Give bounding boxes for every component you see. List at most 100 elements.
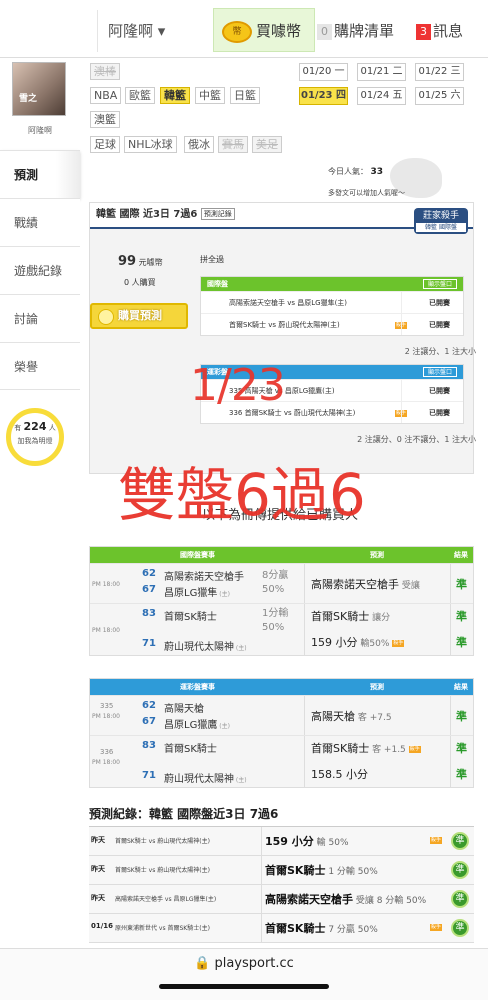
league-tab[interactable]: 俄冰 bbox=[184, 136, 214, 153]
prediction-text: 首爾SK騎士 讓分 bbox=[311, 610, 391, 623]
league-tab[interactable]: 美足 bbox=[252, 136, 282, 153]
killer-mark-icon: 殺手 bbox=[392, 639, 405, 647]
history-date: 01/16 bbox=[91, 922, 114, 930]
divider bbox=[261, 827, 262, 855]
divider bbox=[401, 380, 402, 401]
home-indicator[interactable] bbox=[159, 984, 329, 989]
game-number: 336 bbox=[100, 748, 114, 756]
date-tab[interactable]: 01/20 一 bbox=[299, 63, 348, 81]
away-team: 首爾SK騎士 bbox=[164, 744, 217, 755]
home-number: 67 bbox=[142, 716, 156, 727]
divider bbox=[401, 292, 402, 313]
home-number: 71 bbox=[142, 638, 156, 649]
pick-match: 首爾SK騎士 vs 蔚山現代太陽神(主) bbox=[229, 321, 340, 329]
league-tab[interactable]: NHL冰球 bbox=[124, 136, 177, 153]
date-tab[interactable]: 01/22 三 bbox=[415, 63, 464, 81]
divider bbox=[450, 696, 451, 735]
sidebar-item-discussion[interactable]: 討論 bbox=[0, 294, 80, 342]
overlay-date: 1/23 bbox=[190, 360, 286, 411]
line-percent: 50% bbox=[262, 622, 285, 633]
game-time: PM 18:00 bbox=[92, 759, 120, 766]
history-row: 昨天 高陽索諾天空槍手 vs 昌原LG獵隼(主) 高陽索諾天空槍手 受讓 8 分輸 … bbox=[89, 885, 474, 914]
date-tab[interactable]: 01/21 二 bbox=[357, 63, 406, 81]
fan-lightbulb-button[interactable]: 有 224 人 加我為明燈 bbox=[6, 408, 76, 478]
divider bbox=[304, 564, 305, 603]
prediction-text: 高陽索諾天空槍手 受讓 bbox=[311, 578, 420, 591]
sidebar-item-game-history[interactable]: 遊戲紀錄 bbox=[0, 246, 80, 294]
prediction-text: 首爾SK騎士 客 +1.5 殺手 bbox=[311, 742, 421, 755]
sidebar-item-record[interactable]: 戰績 bbox=[0, 198, 80, 246]
league-tab[interactable]: 足球 bbox=[90, 136, 120, 153]
home-team: 蔚山現代太陽神 (主) bbox=[164, 774, 247, 785]
cart-count-badge: 0 bbox=[317, 23, 332, 40]
buy-coin-button[interactable]: 幣買噱幣 bbox=[213, 8, 315, 52]
all-win-label: 拼全過 bbox=[200, 255, 224, 264]
result-badge: 準 bbox=[456, 710, 467, 723]
away-number: 62 bbox=[142, 568, 156, 579]
buyers-count: 0 人購買 bbox=[124, 278, 156, 287]
price-label: 99 元噱幣 bbox=[118, 254, 163, 269]
prediction-record-button[interactable]: 預測記錄 bbox=[200, 208, 235, 220]
date-tab[interactable]: 01/25 六 bbox=[415, 87, 464, 105]
divider bbox=[450, 564, 451, 603]
divider bbox=[261, 856, 262, 884]
game-time: PM 18:00 bbox=[92, 627, 120, 634]
away-team: 首爾SK騎士 bbox=[164, 612, 217, 623]
overlay-record: 雙盤6過6 bbox=[118, 461, 366, 529]
game-time: PM 18:00 bbox=[92, 581, 120, 588]
line-percent: 50% bbox=[262, 584, 285, 595]
pick-status: 已開賽 bbox=[429, 321, 450, 329]
history-title: 預測紀錄：韓籃 國際盤近3日 7過6 bbox=[89, 807, 279, 821]
cart-label: 購牌清單 bbox=[334, 22, 395, 40]
league-tab[interactable]: 日籃 bbox=[230, 87, 260, 104]
prediction-text: 159 小分 輸50% 殺手 bbox=[311, 636, 405, 649]
messages-button[interactable]: 3 訊息 bbox=[416, 10, 488, 52]
avatar[interactable]: 雪之 bbox=[12, 62, 66, 116]
popularity-hint: 多發文可以增加人氣喔～ bbox=[328, 189, 405, 197]
panel-title: 韓籃 國際 近3日 7過6 bbox=[96, 209, 198, 220]
league-tab[interactable]: 韓籃 bbox=[160, 87, 190, 104]
divider bbox=[304, 696, 305, 735]
league-tab[interactable]: 歐籃 bbox=[125, 87, 155, 104]
killer-mark-icon: 殺手 bbox=[430, 837, 443, 844]
user-menu-button[interactable]: 阿隆啊 ▾ bbox=[97, 10, 213, 52]
home-tag: (主) bbox=[217, 723, 230, 730]
sidebar-item-honor[interactable]: 榮譽 bbox=[0, 342, 80, 390]
league-tab[interactable]: NBA bbox=[90, 87, 122, 104]
league-tab[interactable]: 賽馬 bbox=[218, 136, 248, 153]
result-badge: 準 bbox=[456, 768, 467, 781]
fan-cta-text: 加我為明燈 bbox=[17, 437, 53, 445]
buy-prediction-button[interactable]: 購買預測 bbox=[90, 303, 188, 329]
league-tab[interactable]: 中籃 bbox=[195, 87, 225, 104]
game-time: PM 18:00 bbox=[92, 713, 120, 720]
sidebar-item-predict[interactable]: 預測 bbox=[0, 150, 80, 198]
url-bar[interactable]: 🔒 playsport.cc bbox=[0, 956, 488, 971]
username: 阿隆啊 bbox=[28, 126, 52, 135]
away-number: 83 bbox=[142, 608, 156, 619]
game-number: 335 bbox=[100, 702, 114, 710]
league-tab[interactable]: 澳棒 bbox=[90, 63, 120, 80]
date-tab[interactable]: 01/24 五 bbox=[357, 87, 406, 105]
show-line-button[interactable]: 顯示盤口 bbox=[422, 279, 457, 289]
away-number: 62 bbox=[142, 700, 156, 711]
away-team: 高陽索諾天空槍手 bbox=[164, 572, 244, 583]
away-team: 高陽天槍 bbox=[164, 704, 204, 715]
cart-button[interactable]: 0 購牌清單 bbox=[317, 10, 413, 52]
prediction-text: 158.5 小分 bbox=[311, 768, 368, 781]
history-pick: 159 小分 輸 50% bbox=[265, 835, 349, 848]
game-row: 336 PM 18:00 83 首爾SK騎士 71 蔚山現代太陽神 (主) 首爾SK騎士 客… bbox=[90, 735, 473, 787]
pick-row: 高陽索諾天空槍手 vs 昌原LG獵隼(主) 已開賽 bbox=[201, 291, 463, 313]
pick-status: 已開賽 bbox=[429, 299, 450, 307]
divider bbox=[304, 736, 305, 787]
killer-mark-icon: 殺手 bbox=[408, 745, 421, 753]
league-tab[interactable]: 澳籃 bbox=[90, 111, 120, 128]
home-team: 昌原LG獵鷹 (主) bbox=[164, 720, 230, 731]
result-badge: 準 bbox=[451, 832, 469, 850]
show-line-button[interactable]: 顯示盤口 bbox=[422, 367, 457, 377]
result-badge: 準 bbox=[456, 610, 467, 623]
result-badge: 準 bbox=[456, 742, 467, 755]
intl-games-header: 國際盤賽事 預測 結果 bbox=[90, 547, 473, 563]
date-tab[interactable]: 01/23 四 bbox=[299, 87, 348, 105]
coin-icon: 幣 bbox=[222, 20, 252, 43]
home-number: 71 bbox=[142, 770, 156, 781]
